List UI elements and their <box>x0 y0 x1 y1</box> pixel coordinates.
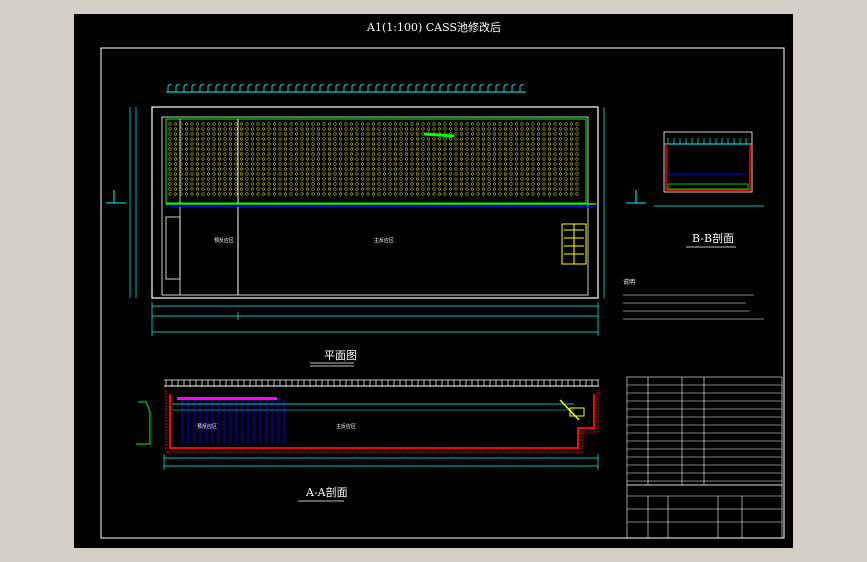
aeration-zone <box>165 118 587 204</box>
svg-text:主反应区: 主反应区 <box>374 237 394 244</box>
plan-label: 平面图 <box>324 349 357 362</box>
section-bb-label: B-B剖面 <box>692 231 734 245</box>
section-bb <box>654 131 764 207</box>
title-block <box>626 376 783 539</box>
cad-drawing: A1(1:100) CASS池修改后 预反应区 主反应区 平面图 B-B剖面 说… <box>100 20 785 539</box>
drawing-frame <box>100 47 785 539</box>
svg-text:预反应区: 预反应区 <box>214 237 234 244</box>
svg-text:预反应区: 预反应区 <box>197 423 217 430</box>
svg-text:主反应区: 主反应区 <box>336 423 356 430</box>
notes-heading: 说明 <box>623 278 635 286</box>
notes: 说明 <box>623 278 764 320</box>
section-aa-label: A-A剖面 <box>305 485 348 499</box>
section-arrow-icon <box>106 190 646 204</box>
aerator-grid <box>168 122 579 196</box>
plan-view: 预反应区 主反应区 <box>106 83 646 336</box>
drawing-title: A1(1:100) CASS池修改后 <box>366 20 501 34</box>
section-aa: 预反应区 主反应区 <box>136 379 599 470</box>
decanter <box>561 223 587 265</box>
cad-drawing-window: A1(1:100) CASS池修改后 预反应区 主反应区 平面图 B-B剖面 说… <box>74 14 793 548</box>
